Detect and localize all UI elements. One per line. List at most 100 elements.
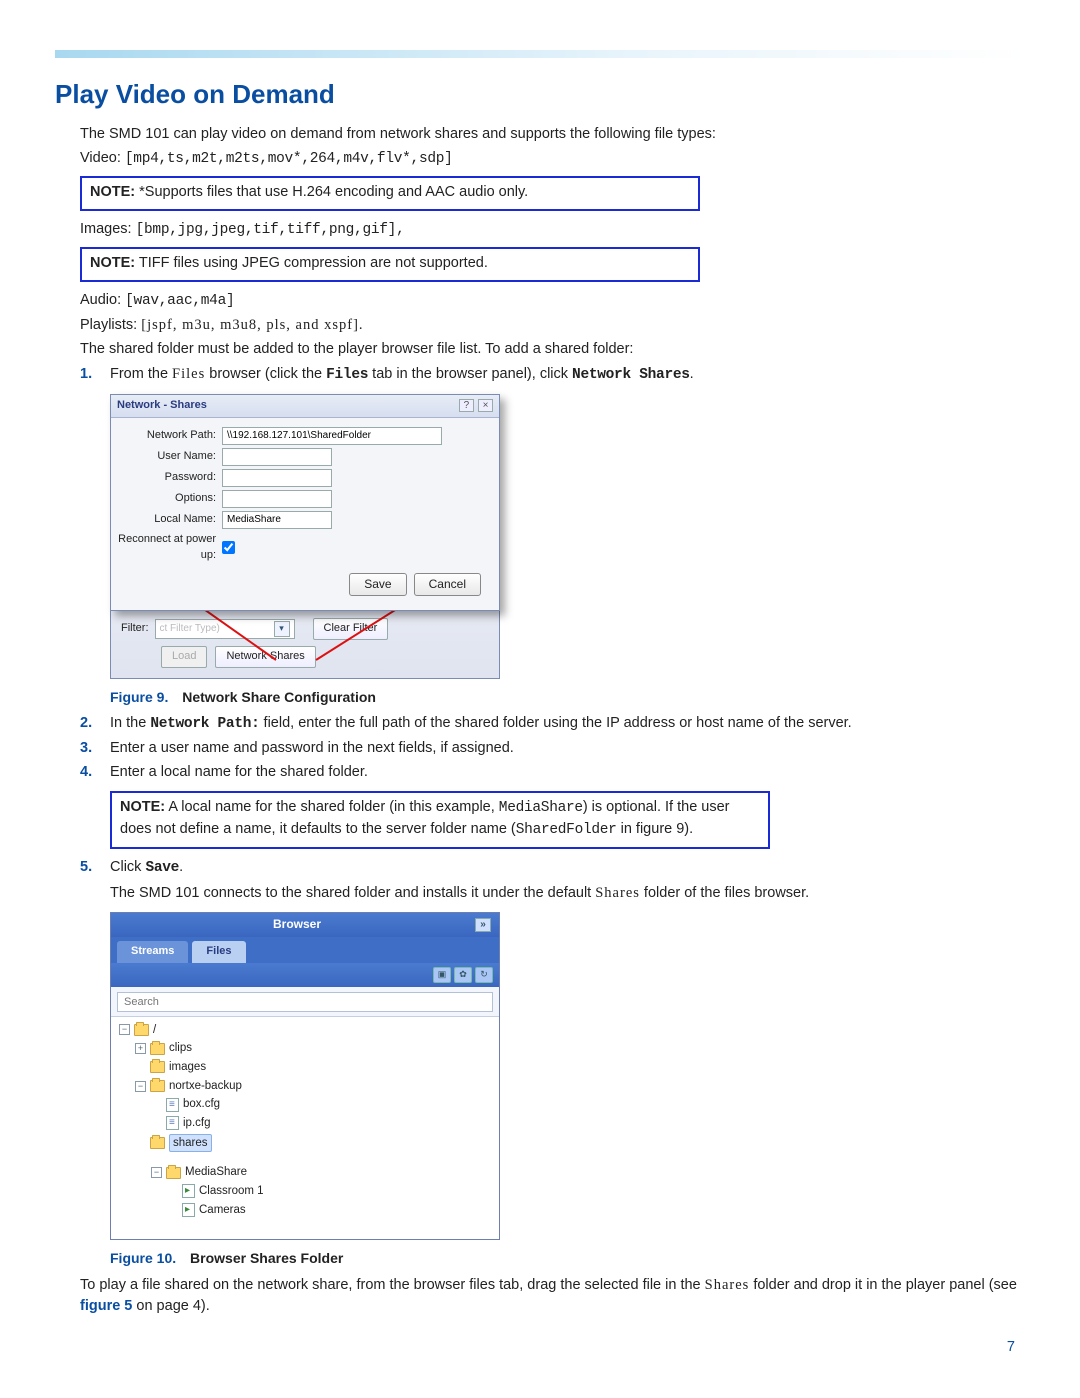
txt: in figure 9). — [617, 821, 694, 837]
txt-serif: Shares — [595, 885, 640, 901]
collapse-icon[interactable]: − — [151, 1167, 162, 1178]
chevron-down-icon: ▾ — [274, 621, 290, 637]
figure-5-link[interactable]: figure 5 — [80, 1298, 132, 1314]
note-text: *Supports files that use H.264 encoding … — [139, 184, 528, 200]
toolbar-icon-3[interactable]: ↻ — [475, 967, 493, 983]
item-label-selected: shares — [169, 1134, 212, 1153]
txt: . — [690, 366, 694, 382]
item-label: images — [169, 1059, 206, 1076]
txt: Enter a local name for the shared folder… — [110, 764, 368, 780]
folder-icon — [134, 1024, 149, 1036]
fig-title: Network Share Configuration — [182, 689, 376, 705]
reconnect-checkbox[interactable] — [222, 541, 235, 554]
filter-type-combo[interactable]: ct Filter Type) ▾ — [155, 619, 295, 639]
clear-filter-button[interactable]: Clear Filter — [313, 618, 389, 640]
collapse-icon[interactable]: − — [135, 1081, 146, 1092]
network-path-input[interactable] — [222, 427, 442, 445]
folder-icon — [150, 1080, 165, 1092]
network-shares-button[interactable]: Network Shares — [215, 646, 315, 668]
txt: tab in the browser panel), click — [368, 366, 572, 382]
tree-item-boxcfg[interactable]: +box.cfg — [117, 1095, 493, 1114]
fig-label: Figure 9. — [110, 689, 168, 705]
file-icon — [166, 1116, 179, 1130]
note-label: NOTE: — [90, 255, 135, 271]
tree-item-clips[interactable]: + clips — [117, 1039, 493, 1058]
txt: Enter a user name and password in the ne… — [110, 740, 514, 756]
item-label: clips — [169, 1040, 192, 1057]
file-icon — [166, 1098, 179, 1112]
toolbar-icon-1[interactable]: ▣ — [433, 967, 451, 983]
username-input[interactable] — [222, 448, 332, 466]
audio-formats-line: Audio: [wav,aac,m4a] — [80, 290, 1025, 312]
reconnect-label: Reconnect at power up: — [117, 532, 222, 564]
file-tree: −/ + clips +images − nortxe-backup +box.cf… — [111, 1017, 499, 1240]
final-paragraph: To play a file shared on the network sha… — [80, 1275, 1025, 1317]
video-formats-line: Video: [mp4,ts,m2t,m2ts,mov*,264,m4v,flv… — [80, 148, 1025, 170]
figure-10-screenshot: Browser » Streams Files ▣ ✿ ↻ −/ +clips … — [110, 912, 500, 1240]
figure-9-screenshot: Network - Shares ? × Network Path: User … — [110, 394, 500, 679]
figure-10-caption: Figure 10. Browser Shares Folder — [110, 1248, 1025, 1268]
browser-search-bar — [111, 987, 499, 1017]
item-label: box.cfg — [183, 1096, 220, 1113]
options-input[interactable] — [222, 490, 332, 508]
note-localname: NOTE: A local name for the shared folder… — [110, 791, 770, 849]
txt: folder of the files browser. — [640, 885, 809, 901]
txt-serif: Files — [172, 366, 205, 382]
file-icon — [182, 1184, 195, 1198]
close-icon[interactable]: × — [478, 399, 493, 412]
load-button[interactable]: Load — [161, 646, 207, 668]
txt: folder and drop it in the player panel (… — [749, 1277, 1017, 1293]
images-formats: [bmp,jpg,jpeg,tif,tiff,png,gif], — [136, 222, 405, 238]
dialog-titlebar: Network - Shares ? × — [111, 395, 499, 418]
note-label: NOTE: — [120, 799, 165, 815]
collapse-icon[interactable]: − — [119, 1024, 130, 1035]
browser-toolbar: ▣ ✿ ↻ — [111, 963, 499, 987]
top-accent-bar — [55, 50, 1025, 58]
item-label: nortxe-backup — [169, 1078, 242, 1095]
localname-input[interactable] — [222, 511, 332, 529]
txt-mono: MediaShare — [499, 800, 583, 816]
folder-icon — [150, 1043, 165, 1055]
item-label: Classroom 1 — [199, 1183, 264, 1200]
txt-serif: Shares — [705, 1277, 750, 1293]
tree-item-cameras[interactable]: +Cameras — [117, 1201, 493, 1220]
step-5: 5. Click Save. The SMD 101 connects to t… — [80, 857, 1025, 904]
step-number: 5. — [80, 857, 92, 878]
txt-mono: SharedFolder — [516, 822, 617, 838]
txt: The SMD 101 connects to the shared folde… — [110, 885, 595, 901]
help-icon[interactable]: ? — [459, 399, 474, 412]
tab-files[interactable]: Files — [192, 941, 245, 963]
note-label: NOTE: — [90, 184, 135, 200]
tree-item-ipcfg[interactable]: +ip.cfg — [117, 1114, 493, 1133]
audio-formats: [wav,aac,m4a] — [125, 293, 234, 309]
search-input[interactable] — [117, 992, 493, 1012]
dialog-title: Network - Shares — [117, 398, 207, 414]
tree-item-nortxe[interactable]: − nortxe-backup — [117, 1077, 493, 1096]
collapse-icon[interactable]: » — [475, 918, 491, 932]
expand-icon[interactable]: + — [135, 1043, 146, 1054]
toolbar-icon-2[interactable]: ✿ — [454, 967, 472, 983]
step-number: 2. — [80, 713, 92, 734]
figure-9-caption: Figure 9. Network Share Configuration — [110, 687, 1025, 707]
video-label: Video: — [80, 150, 121, 166]
network-path-label: Network Path: — [117, 428, 222, 444]
tree-item-shares[interactable]: +shares — [117, 1133, 493, 1154]
step-number: 3. — [80, 738, 92, 759]
tree-root[interactable]: −/ — [117, 1021, 493, 1040]
password-input[interactable] — [222, 469, 332, 487]
playlists-formats: [jspf, m3u, m3u8, pls, and xspf]. — [141, 317, 363, 333]
tree-item-images[interactable]: +images — [117, 1058, 493, 1077]
cancel-button[interactable]: Cancel — [414, 573, 481, 596]
tree-item-mediashare[interactable]: − MediaShare — [117, 1163, 493, 1182]
playlists-label: Playlists: — [80, 317, 137, 333]
item-label: MediaShare — [185, 1164, 247, 1181]
txt: field, enter the full path of the shared… — [260, 715, 852, 731]
localname-label: Local Name: — [117, 512, 222, 528]
fig-title: Browser Shares Folder — [190, 1250, 343, 1266]
save-button[interactable]: Save — [349, 573, 406, 596]
folder-icon — [166, 1167, 181, 1179]
tab-streams[interactable]: Streams — [117, 941, 188, 963]
intro-text: The SMD 101 can play video on demand fro… — [80, 124, 1025, 145]
note-h264: NOTE: *Supports files that use H.264 enc… — [80, 176, 700, 211]
tree-item-classroom[interactable]: +Classroom 1 — [117, 1182, 493, 1201]
